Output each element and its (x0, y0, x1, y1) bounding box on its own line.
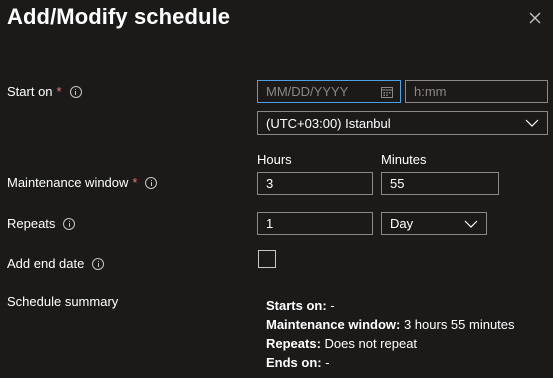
minutes-label: Minutes (381, 152, 427, 167)
add-end-date-label: Add end date (7, 256, 105, 271)
calendar-icon[interactable] (381, 86, 393, 98)
start-date-input[interactable]: MM/DD/YYYY (257, 80, 401, 103)
schedule-summary: Starts on: - Maintenance window: 3 hours… (266, 296, 515, 372)
timezone-dropdown[interactable]: (UTC+03:00) Istanbul (257, 111, 548, 135)
maintenance-window-label: Maintenance window * (7, 175, 158, 190)
info-icon[interactable] (92, 257, 105, 270)
summary-repeats: Repeats: Does not repeat (266, 336, 418, 351)
required-marker: * (56, 84, 62, 99)
chevron-down-icon (464, 220, 478, 228)
close-icon[interactable] (527, 10, 543, 26)
repeats-unit-value: Day (390, 216, 414, 231)
hours-input[interactable]: 3 (257, 172, 373, 195)
summary-ends-on: Ends on: - (266, 355, 330, 370)
info-icon[interactable] (69, 85, 82, 98)
hours-label: Hours (257, 152, 292, 167)
dialog-title: Add/Modify schedule (7, 4, 231, 29)
add-end-date-checkbox[interactable] (258, 250, 276, 268)
repeats-count-input[interactable]: 1 (257, 212, 373, 235)
summary-starts-on: Starts on: - (266, 298, 335, 313)
info-icon[interactable] (63, 217, 76, 230)
chevron-down-icon (525, 119, 539, 127)
repeats-label: Repeats (7, 216, 76, 231)
start-time-input[interactable]: h:mm (405, 80, 548, 103)
repeats-unit-dropdown[interactable]: Day (381, 212, 487, 235)
start-on-label: Start on * (7, 84, 82, 99)
summary-maintenance-window: Maintenance window: 3 hours 55 minutes (266, 317, 515, 332)
info-icon[interactable] (145, 176, 158, 189)
required-marker: * (132, 175, 138, 190)
minutes-input[interactable]: 55 (381, 172, 499, 195)
timezone-value: (UTC+03:00) Istanbul (266, 115, 391, 131)
schedule-summary-label: Schedule summary (7, 294, 119, 309)
